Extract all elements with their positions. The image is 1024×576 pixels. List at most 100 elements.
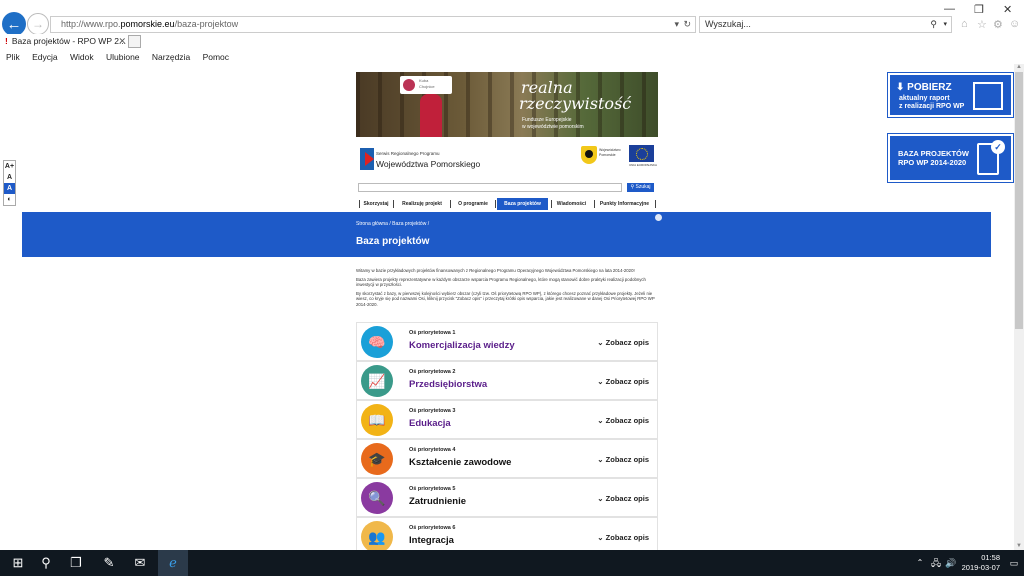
chevron-down-icon: ⌄ — [597, 494, 606, 503]
task-view-icon[interactable]: ❐ — [66, 550, 86, 576]
nav-baza-projektow[interactable]: Baza projektów — [497, 198, 548, 210]
logo-line1: Serwis Regionalnego Programu — [376, 151, 440, 156]
internet-explorer-icon[interactable]: ℯ — [158, 550, 188, 576]
download-report-button[interactable]: ⬇ POBIERZ aktualny raport z realizacji R… — [887, 72, 1014, 118]
logo-line2: Województwa Pomorskiego — [376, 159, 481, 169]
vertical-scrollbar[interactable]: ▲ ▼ — [1014, 64, 1024, 550]
breadcrumb[interactable]: Strona główna / Baza projektów / — [356, 221, 429, 227]
network-icon[interactable]: 🖧 — [929, 550, 943, 576]
address-bar[interactable]: http://www.rpo.pomorskie.eu/baza-projekt… — [50, 16, 696, 33]
menu-pomoc[interactable]: Pomoc — [203, 52, 229, 62]
notifications-icon[interactable]: ▭ — [1008, 550, 1020, 576]
scroll-down-icon[interactable]: ▼ — [1016, 543, 1022, 549]
list-item[interactable]: 📈 Oś priorytetowa 2 Przedsiębiorstwa ⌄ Z… — [356, 361, 658, 400]
list-item[interactable]: 🎓 Oś priorytetowa 4 Kształcenie zawodowe… — [356, 439, 658, 478]
new-tab-button[interactable] — [128, 35, 141, 48]
outlook-icon[interactable]: ✉ — [128, 550, 152, 576]
close-window-icon[interactable]: ✕ — [1003, 3, 1012, 16]
eu-text: UNIA EUROPEJSKA — [629, 163, 658, 167]
restore-icon[interactable]: ❐ — [974, 3, 984, 16]
nav-punkty-informacyjne[interactable]: Punkty Informacyjne — [597, 198, 652, 210]
intro-p3: By skorzystać z bazy, w pierwszej kolejn… — [356, 290, 655, 307]
tray-chevron-icon[interactable]: ⌃ — [914, 550, 926, 576]
app-icon[interactable]: ✎ — [98, 550, 120, 576]
menu-ulubione[interactable]: Ulubione — [106, 52, 140, 62]
menu-edycja[interactable]: Edycja — [32, 52, 58, 62]
list-item[interactable]: 👥 Oś priorytetowa 6 Integracja ⌄ Zobacz … — [356, 517, 658, 550]
axis-name[interactable]: Przedsiębiorstwa — [409, 379, 487, 390]
see-more-button[interactable]: ⌄ Zobacz opis — [597, 377, 649, 386]
favorites-star-icon[interactable]: ☆ — [977, 18, 987, 31]
promo-banner[interactable]: Kuba Chojnice realna rzeczywistość Fundu… — [356, 72, 658, 137]
chevron-down-icon: ⌄ — [597, 377, 606, 386]
menu-narzedzia[interactable]: Narzędzia — [152, 52, 190, 62]
nav-o-programie[interactable]: O programie — [454, 198, 492, 210]
font-active-button[interactable]: A — [4, 183, 15, 194]
font-increase-button[interactable]: A+ — [4, 161, 15, 172]
chevron-down-icon: ⌄ — [597, 533, 606, 542]
browser-tab[interactable]: ! Baza projektów - RPO WP 2... ✕ — [2, 34, 126, 49]
site-search-input[interactable] — [358, 183, 622, 192]
axis-name[interactable]: Komercjalizacja wiedzy — [409, 340, 515, 351]
banner-headline-2: rzeczywistość — [519, 94, 632, 113]
list-item[interactable]: 📖 Oś priorytetowa 3 Edukacja ⌄ Zobacz op… — [356, 400, 658, 439]
nav-wiadomosci[interactable]: Wiadomości — [554, 198, 589, 210]
scroll-up-icon[interactable]: ▲ — [1016, 64, 1022, 70]
axis-name[interactable]: Zatrudnienie — [409, 496, 466, 507]
close-tab-icon[interactable]: ✕ — [118, 34, 126, 49]
tab-row — [0, 34, 1024, 50]
clock-time: 01:58 — [981, 553, 1000, 562]
menu-widok[interactable]: Widok — [70, 52, 94, 62]
database-title: BAZA PROJEKTÓW RPO WP 2014-2020 — [898, 149, 969, 167]
volume-icon[interactable]: 🔊 — [944, 550, 958, 576]
person-card: Kuba Chojnice — [400, 76, 452, 94]
search-icon[interactable]: ⚲ — [36, 550, 56, 576]
fe-logo-icon[interactable] — [360, 148, 374, 170]
main-nav: Skorzystaj Realizuję projekt O programie… — [358, 198, 656, 210]
nav-skorzystaj[interactable]: Skorzystaj — [362, 198, 390, 210]
axis-name[interactable]: Kształcenie zawodowe — [409, 457, 511, 468]
font-size-toolbar: A+ A A ◐ — [3, 160, 16, 206]
browser-search-box[interactable]: Wyszukaj... ⚲ ▾ — [699, 16, 952, 33]
menu-bar: Plik Edycja Widok Ulubione Narzędzia Pom… — [0, 50, 1024, 64]
clock[interactable]: 01:58 2019-03-07 — [962, 553, 1000, 573]
search-icon[interactable]: ⚲ — [930, 17, 937, 32]
site-search-button[interactable]: ⚲ Szukaj — [627, 183, 654, 192]
home-icon[interactable]: ⌂ — [961, 18, 968, 30]
priority-axis-list: 🧠 Oś priorytetowa 1 Komercjalizacja wied… — [356, 322, 658, 550]
back-button[interactable]: ← — [2, 12, 26, 36]
search-placeholder: Wyszukaj... — [705, 19, 751, 29]
see-more-button[interactable]: ⌄ Zobacz opis — [597, 338, 649, 347]
minimize-icon[interactable]: — — [944, 3, 955, 15]
see-more-button[interactable]: ⌄ Zobacz opis — [597, 455, 649, 464]
list-item[interactable]: 🧠 Oś priorytetowa 1 Komercjalizacja wied… — [356, 322, 658, 361]
search-dropdown-icon[interactable]: ▾ — [943, 17, 947, 32]
nav-realizuje-projekt[interactable]: Realizuję projekt — [397, 198, 447, 210]
chevron-down-icon: ⌄ — [597, 338, 606, 347]
font-normal-button[interactable]: A — [4, 172, 15, 183]
tab-favicon-icon: ! — [5, 36, 8, 46]
download-subtitle: aktualny raport z realizacji RPO WP — [899, 95, 965, 110]
project-database-button[interactable]: BAZA PROJEKTÓW RPO WP 2014-2020 ✓ — [887, 133, 1014, 183]
book-icon: 📖 — [361, 404, 393, 436]
see-more-button[interactable]: ⌄ Zobacz opis — [597, 494, 649, 503]
windows-start-icon[interactable]: ⊞ — [8, 550, 28, 576]
forward-button[interactable]: → — [27, 13, 49, 35]
list-item[interactable]: 🔍 Oś priorytetowa 5 Zatrudnienie ⌄ Zobac… — [356, 478, 658, 517]
axis-name[interactable]: Edukacja — [409, 418, 451, 429]
smiley-feedback-icon[interactable]: ☺ — [1009, 18, 1020, 30]
search-dropdown-icon[interactable]: ▾ — [674, 17, 679, 32]
chart-icon: 📈 — [361, 365, 393, 397]
contrast-button[interactable]: ◐ — [4, 194, 15, 205]
see-more-button[interactable]: ⌄ Zobacz opis — [597, 416, 649, 425]
brain-icon: 🧠 — [361, 326, 393, 358]
axis-name[interactable]: Integracja — [409, 535, 454, 546]
see-more-button[interactable]: ⌄ Zobacz opis — [597, 533, 649, 542]
settings-gear-icon[interactable]: ⚙ — [993, 18, 1003, 31]
taskbar: ⊞ ⚲ ❐ ✎ ✉ ℯ ⌃ 🖧 🔊 01:58 2019-03-07 ▭ — [0, 550, 1024, 576]
scrollbar-thumb[interactable] — [1015, 72, 1023, 329]
axis-label: Oś priorytetowa 6 — [409, 525, 456, 531]
menu-plik[interactable]: Plik — [6, 52, 20, 62]
refresh-icon[interactable]: ↻ — [683, 17, 691, 32]
tab-title: Baza projektów - RPO WP 2... — [11, 36, 127, 46]
